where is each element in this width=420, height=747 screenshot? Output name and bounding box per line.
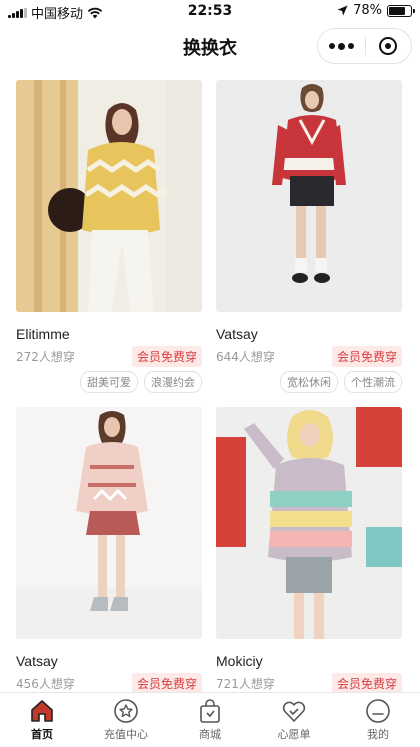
tab-wishlist[interactable]: 心愿单 bbox=[252, 693, 336, 747]
tab-label: 我的 bbox=[367, 728, 389, 741]
product-brand: Vatsay bbox=[216, 326, 258, 342]
battery-icon bbox=[387, 4, 415, 17]
tab-home[interactable]: 首页 bbox=[0, 693, 84, 747]
product-photo[interactable] bbox=[16, 407, 202, 639]
want-count: 721人想穿 bbox=[216, 677, 275, 691]
want-count: 456人想穿 bbox=[16, 677, 75, 691]
tab-recharge[interactable]: 充值中心 bbox=[84, 693, 168, 747]
bottom-tab-bar: 首页 充值中心 商城 心愿单 我的 bbox=[0, 692, 420, 747]
member-free-badge: 会员免费穿 bbox=[331, 673, 402, 694]
member-free-badge: 会员免费穿 bbox=[331, 346, 402, 367]
location-arrow-icon bbox=[337, 5, 348, 16]
more-dots-icon[interactable] bbox=[318, 29, 365, 63]
status-right: 78% bbox=[337, 3, 415, 18]
battery-fill bbox=[389, 6, 406, 15]
recharge-star-icon bbox=[114, 699, 138, 723]
style-tag[interactable]: 甜美可爱 bbox=[80, 371, 138, 393]
want-count: 644人想穿 bbox=[216, 350, 275, 364]
tab-mine[interactable]: 我的 bbox=[336, 693, 420, 747]
product-brand: Mokiciy bbox=[216, 653, 263, 669]
shopping-bag-icon bbox=[200, 699, 220, 723]
tab-label: 首页 bbox=[31, 728, 53, 741]
target-circle-icon bbox=[379, 37, 398, 55]
tab-label: 商城 bbox=[199, 728, 221, 741]
mini-program-capsule bbox=[317, 28, 412, 64]
product-photo[interactable] bbox=[16, 80, 202, 312]
product-card[interactable]: Vatsay 456人想穿 会员免费穿 bbox=[16, 407, 202, 694]
want-count: 272人想穿 bbox=[16, 350, 75, 364]
member-free-badge: 会员免费穿 bbox=[131, 346, 202, 367]
navigation-bar: 换换衣 bbox=[0, 24, 420, 68]
tab-label: 心愿单 bbox=[277, 728, 311, 741]
style-tag[interactable]: 宽松休闲 bbox=[280, 371, 338, 393]
product-card[interactable]: Mokiciy 721人想穿 会员免费穿 bbox=[216, 407, 402, 694]
product-brand: Vatsay bbox=[16, 653, 58, 669]
product-photo[interactable] bbox=[216, 80, 402, 312]
close-program-button[interactable] bbox=[365, 29, 411, 63]
home-icon bbox=[31, 700, 53, 722]
battery-percent: 78% bbox=[353, 3, 382, 18]
product-tags: 甜美可爱 浪漫约会 bbox=[80, 371, 202, 393]
member-free-badge: 会员免费穿 bbox=[131, 673, 202, 694]
style-tag[interactable]: 个性潮流 bbox=[344, 371, 402, 393]
product-brand: Elitimme bbox=[16, 326, 70, 342]
product-photo[interactable] bbox=[216, 407, 402, 639]
profile-icon bbox=[366, 699, 390, 723]
style-tag[interactable]: 浪漫约会 bbox=[144, 371, 202, 393]
tab-label: 充值中心 bbox=[104, 728, 148, 741]
tab-mall[interactable]: 商城 bbox=[168, 693, 252, 747]
product-card[interactable]: Vatsay 644人想穿 会员免费穿 宽松休闲 个性潮流 bbox=[216, 80, 402, 393]
status-bar: 中国移动 22:53 78% bbox=[0, 0, 420, 24]
product-tags: 宽松休闲 个性潮流 bbox=[280, 371, 402, 393]
heart-icon bbox=[282, 701, 306, 722]
product-card[interactable]: Elitimme 272人想穿 会员免费穿 甜美可爱 浪漫约会 bbox=[16, 80, 202, 393]
